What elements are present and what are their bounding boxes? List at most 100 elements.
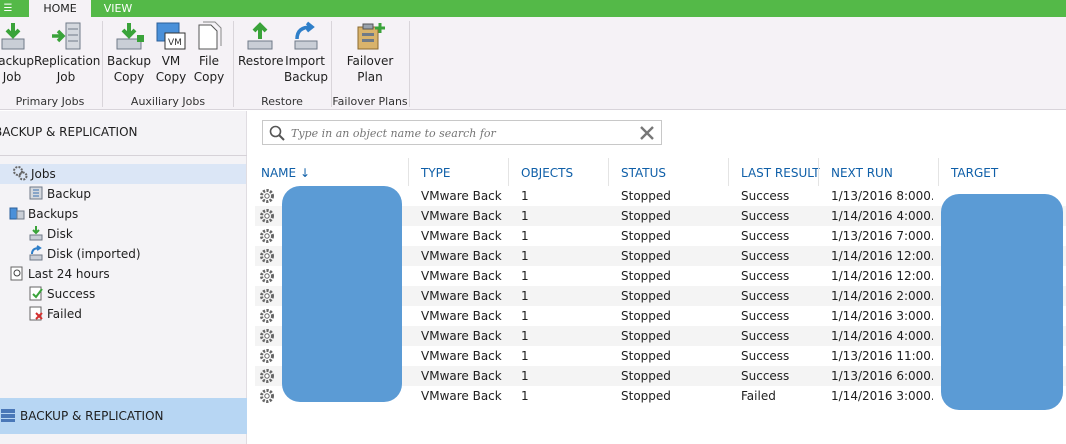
- cell-last-result: Success: [741, 189, 790, 203]
- column-header-next-run[interactable]: NEXT RUN: [831, 166, 893, 180]
- vm-copy-icon: VM: [156, 22, 186, 50]
- cell-type: VMware Back...: [421, 389, 503, 403]
- clear-search-icon[interactable]: [639, 125, 655, 141]
- backup-copy-button[interactable]: Backup Copy: [107, 21, 151, 85]
- cell-status: Stopped: [621, 329, 671, 343]
- tree-item-backups[interactable]: Backups: [9, 204, 78, 224]
- import-backup-button[interactable]: Import Backup: [284, 21, 328, 85]
- replication-job-icon: [52, 22, 81, 50]
- column-header-name[interactable]: NAME ↓: [261, 166, 310, 180]
- column-separator[interactable]: [728, 158, 729, 186]
- disk-icon: [29, 226, 43, 241]
- cell-type: VMware Back...: [421, 369, 503, 383]
- column-separator[interactable]: [938, 158, 939, 186]
- tree-item-disk-imported[interactable]: Disk (imported): [28, 244, 141, 264]
- cell-status: Stopped: [621, 289, 671, 303]
- column-separator[interactable]: [408, 158, 409, 186]
- search-input[interactable]: [291, 124, 631, 142]
- tree-item-label: Success: [47, 287, 96, 301]
- column-header-objects[interactable]: OBJECTS: [521, 166, 573, 180]
- vm-copy-button[interactable]: VM VM Copy: [153, 21, 189, 85]
- app-menu-button[interactable]: ☰: [0, 0, 16, 17]
- import-backup-label-2: Backup: [284, 70, 328, 84]
- file-copy-icon: [198, 21, 222, 50]
- cell-last-result: Success: [741, 249, 790, 263]
- vm-copy-label-2: Copy: [155, 70, 187, 84]
- success-icon: [29, 286, 43, 301]
- tab-home[interactable]: HOME: [29, 0, 91, 17]
- backup-job-label-2: Job: [2, 70, 22, 84]
- cell-status: Stopped: [621, 229, 671, 243]
- replication-job-label-1: Replication: [34, 54, 101, 68]
- cell-type: VMware Back...: [421, 309, 503, 323]
- tree-item-label: Backup: [47, 187, 91, 201]
- ribbon-separator: [409, 21, 410, 107]
- group-label-restore: Restore: [261, 95, 303, 108]
- disk-imported-icon: [29, 245, 43, 261]
- file-copy-button[interactable]: File Copy: [191, 21, 227, 85]
- tree-item-label: Failed: [47, 307, 82, 321]
- column-separator[interactable]: [818, 158, 819, 186]
- cell-next-run: 1/14/2016 4:000...: [831, 329, 933, 343]
- cell-next-run: 1/14/2016 12:00...: [831, 249, 933, 263]
- tree-item-last-24-hours[interactable]: Last 24 hours: [9, 264, 110, 284]
- column-header-target[interactable]: TARGET: [951, 166, 998, 180]
- cell-objects: 1: [521, 369, 529, 383]
- nav-section-backup-replication[interactable]: BACKUP & REPLICATION: [0, 398, 247, 434]
- column-header-status[interactable]: STATUS: [621, 166, 666, 180]
- nav-section-label: BACKUP & REPLICATION: [20, 409, 164, 423]
- cell-status: Stopped: [621, 249, 671, 263]
- column-header-last-result[interactable]: LAST RESULT: [741, 166, 820, 180]
- tree-item-label: Jobs: [31, 167, 56, 181]
- cell-objects: 1: [521, 289, 529, 303]
- cell-next-run: 1/14/2016 3:000...: [831, 309, 933, 323]
- job-gear-icon: [260, 249, 274, 263]
- tree-item-label: Last 24 hours: [28, 267, 110, 281]
- search-box: [262, 120, 662, 145]
- replication-job-label-2: Job: [56, 70, 76, 84]
- backup-job-button[interactable]: Backup Job: [0, 21, 36, 85]
- restore-button[interactable]: Restore: [238, 21, 284, 69]
- failover-plan-button[interactable]: Failover Plan: [340, 21, 400, 85]
- replication-job-button[interactable]: Replication Job: [34, 21, 101, 85]
- cell-last-result: Success: [741, 369, 790, 383]
- job-gear-icon: [260, 309, 274, 323]
- cell-objects: 1: [521, 209, 529, 223]
- cell-type: VMware Back...: [421, 189, 503, 203]
- failed-icon: [29, 306, 43, 321]
- cell-last-result: Success: [741, 209, 790, 223]
- column-header-type[interactable]: TYPE: [421, 166, 450, 180]
- cell-status: Stopped: [621, 389, 671, 403]
- tree-item-jobs[interactable]: Jobs: [0, 164, 246, 184]
- cell-next-run: 1/13/2016 7:000...: [831, 229, 933, 243]
- cell-last-result: Success: [741, 349, 790, 363]
- tree-item-success[interactable]: Success: [28, 284, 95, 304]
- cell-objects: 1: [521, 329, 529, 343]
- tree-item-backup[interactable]: Backup: [28, 184, 91, 204]
- backup-job-label-1: Backup: [0, 54, 34, 68]
- cell-type: VMware Back...: [421, 269, 503, 283]
- file-copy-label-1: File: [198, 54, 220, 68]
- cell-objects: 1: [521, 349, 529, 363]
- backup-replication-icon: [1, 409, 15, 422]
- backup-icon: [29, 186, 43, 200]
- column-separator[interactable]: [508, 158, 509, 186]
- column-header-label: NAME: [261, 166, 297, 180]
- cell-last-result: Success: [741, 269, 790, 283]
- tree-item-disk[interactable]: Disk: [28, 224, 73, 244]
- failover-plan-label-2: Plan: [357, 70, 383, 84]
- navigation-pane: BACKUP & REPLICATION Jobs Backup Backups…: [0, 111, 247, 444]
- backups-icon: [9, 207, 25, 220]
- column-separator[interactable]: [608, 158, 609, 186]
- jobs-icon: [13, 166, 28, 181]
- cell-next-run: 1/14/2016 3:000...: [831, 389, 933, 403]
- jobs-grid: NAME ↓ TYPE OBJECTS STATUS LAST RESULT N…: [255, 158, 1066, 444]
- job-gear-icon: [260, 189, 274, 203]
- job-gear-icon: [260, 209, 274, 223]
- tree-item-failed[interactable]: Failed: [28, 304, 82, 324]
- failover-plan-icon: [357, 23, 385, 50]
- cell-last-result: Success: [741, 229, 790, 243]
- cell-objects: 1: [521, 389, 529, 403]
- tree-item-label: Backups: [28, 207, 79, 221]
- tab-view[interactable]: VIEW: [96, 0, 140, 17]
